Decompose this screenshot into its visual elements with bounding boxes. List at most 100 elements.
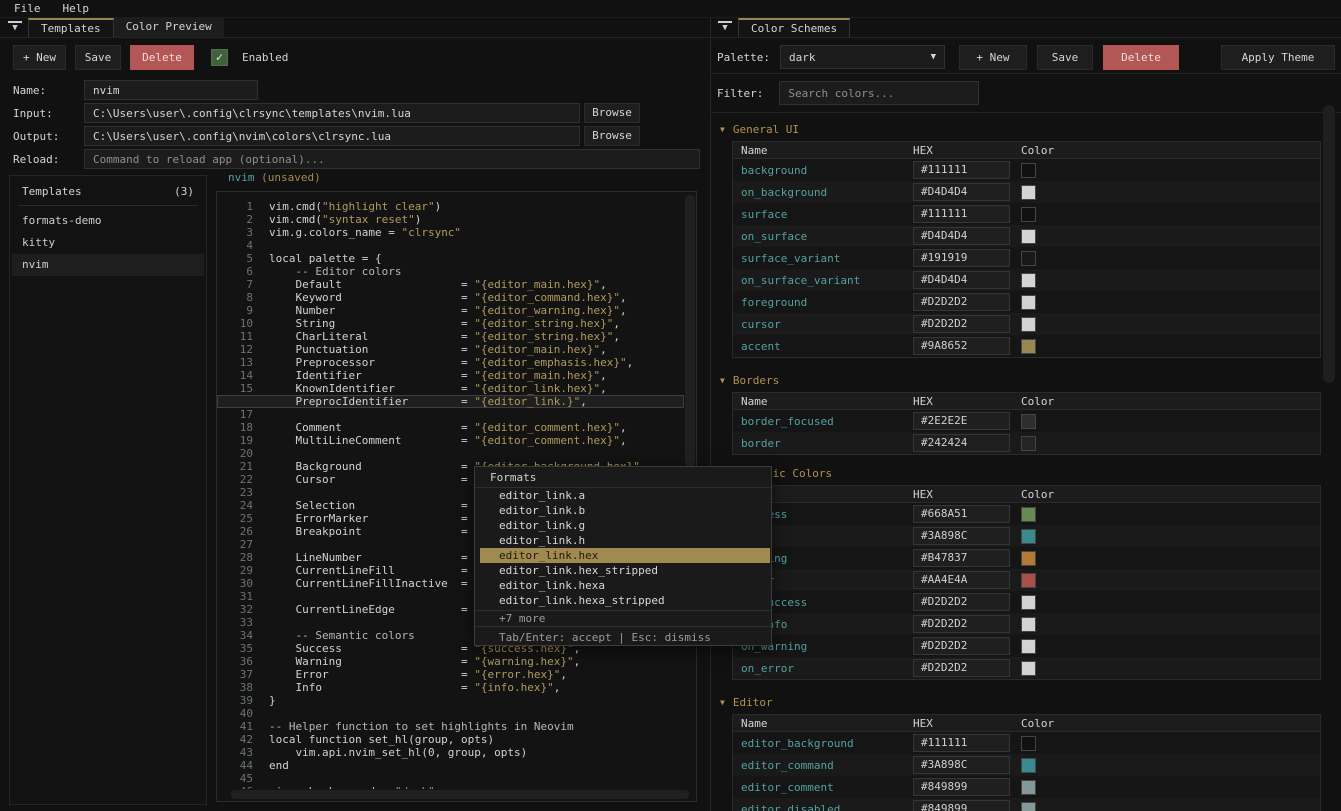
- save-template-button[interactable]: Save: [75, 45, 121, 70]
- color-row: accent#9A8652: [733, 335, 1320, 357]
- new-template-button[interactable]: + New: [13, 45, 66, 70]
- color-swatch[interactable]: [1021, 207, 1036, 222]
- output-path-input[interactable]: [84, 126, 580, 146]
- color-swatch[interactable]: [1021, 251, 1036, 266]
- hex-input[interactable]: #111111: [913, 734, 1010, 752]
- tab-templates[interactable]: Templates: [28, 18, 114, 37]
- line-number: 41: [223, 720, 253, 733]
- line-number: 26: [223, 525, 253, 538]
- section-header[interactable]: ▼Editor: [720, 694, 1341, 710]
- section-header[interactable]: ▼Semantic Colors: [720, 465, 1341, 481]
- hex-input[interactable]: #D4D4D4: [913, 271, 1010, 289]
- hex-input[interactable]: #D2D2D2: [913, 637, 1010, 655]
- delete-template-button[interactable]: Delete: [130, 45, 194, 70]
- color-swatch[interactable]: [1021, 758, 1036, 773]
- color-swatch[interactable]: [1021, 273, 1036, 288]
- hex-input[interactable]: #668A51: [913, 505, 1010, 523]
- color-swatch[interactable]: [1021, 595, 1036, 610]
- name-input[interactable]: [84, 80, 258, 100]
- autocomplete-item[interactable]: editor_link.g: [475, 518, 771, 533]
- color-swatch[interactable]: [1021, 317, 1036, 332]
- save-palette-button[interactable]: Save: [1037, 45, 1093, 70]
- color-filter-input[interactable]: [779, 81, 979, 105]
- hex-input[interactable]: #242424: [913, 434, 1010, 452]
- palette-label: Palette:: [717, 51, 770, 64]
- editor-horizontal-scrollbar[interactable]: [231, 790, 689, 799]
- section-header[interactable]: ▼General UI: [720, 121, 1341, 137]
- enabled-checkbox[interactable]: ✓: [211, 49, 228, 66]
- tab-color-schemes[interactable]: Color Schemes: [738, 18, 850, 37]
- color-swatch[interactable]: [1021, 780, 1036, 795]
- input-path-input[interactable]: [84, 103, 580, 123]
- palette-select[interactable]: dark ▼: [780, 45, 945, 69]
- hex-input[interactable]: #B47837: [913, 549, 1010, 567]
- color-swatch[interactable]: [1021, 573, 1036, 588]
- autocomplete-item[interactable]: editor_link.hex: [480, 548, 770, 563]
- line-number: 18: [223, 421, 253, 434]
- color-swatch[interactable]: [1021, 617, 1036, 632]
- new-palette-button[interactable]: + New: [959, 45, 1027, 70]
- code-line: 40: [217, 707, 696, 720]
- color-swatch[interactable]: [1021, 661, 1036, 676]
- output-browse-button[interactable]: Browse: [584, 126, 640, 146]
- panel-collapse-icon[interactable]: ▼: [718, 21, 732, 35]
- color-list-scrollbar[interactable]: [1323, 105, 1335, 383]
- color-swatch[interactable]: [1021, 185, 1036, 200]
- autocomplete-item[interactable]: editor_link.a: [475, 488, 771, 503]
- color-swatch[interactable]: [1021, 339, 1036, 354]
- menu-item-file[interactable]: File: [14, 0, 41, 18]
- menu-item-help[interactable]: Help: [63, 0, 90, 18]
- hex-input[interactable]: #D2D2D2: [913, 659, 1010, 677]
- line-number: 24: [223, 499, 253, 512]
- line-number: 21: [223, 460, 253, 473]
- code-line: 42local function set_hl(group, opts): [217, 733, 696, 746]
- section-header[interactable]: ▼Borders: [720, 372, 1341, 388]
- color-swatch[interactable]: [1021, 551, 1036, 566]
- autocomplete-item[interactable]: editor_link.hexa: [475, 578, 771, 593]
- hex-input[interactable]: #849899: [913, 778, 1010, 796]
- autocomplete-item[interactable]: editor_link.hex_stripped: [475, 563, 771, 578]
- input-browse-button[interactable]: Browse: [584, 103, 640, 123]
- hex-input[interactable]: #D4D4D4: [913, 227, 1010, 245]
- color-name: on_surface: [733, 230, 913, 243]
- hex-input[interactable]: #D2D2D2: [913, 293, 1010, 311]
- apply-theme-button[interactable]: Apply Theme: [1221, 45, 1335, 70]
- color-swatch[interactable]: [1021, 529, 1036, 544]
- hex-input[interactable]: #D2D2D2: [913, 615, 1010, 633]
- color-swatch[interactable]: [1021, 295, 1036, 310]
- color-swatch[interactable]: [1021, 414, 1036, 429]
- color-swatch[interactable]: [1021, 507, 1036, 522]
- hex-input[interactable]: #111111: [913, 205, 1010, 223]
- hex-input[interactable]: #111111: [913, 161, 1010, 179]
- hex-input[interactable]: #D2D2D2: [913, 593, 1010, 611]
- autocomplete-more[interactable]: +7 more: [475, 610, 771, 626]
- template-list-item[interactable]: nvim: [12, 254, 204, 276]
- color-swatch[interactable]: [1021, 802, 1036, 811]
- color-swatch[interactable]: [1021, 736, 1036, 751]
- hex-input[interactable]: #D2D2D2: [913, 315, 1010, 333]
- hex-input[interactable]: #2E2E2E: [913, 412, 1010, 430]
- col-header-name: Name: [733, 717, 913, 730]
- hex-input[interactable]: #D4D4D4: [913, 183, 1010, 201]
- hex-input[interactable]: #3A898C: [913, 527, 1010, 545]
- color-swatch[interactable]: [1021, 229, 1036, 244]
- autocomplete-item[interactable]: editor_link.b: [475, 503, 771, 518]
- tab-color-preview[interactable]: Color Preview: [114, 18, 224, 37]
- panel-collapse-icon[interactable]: ▼: [8, 21, 22, 35]
- editor-vertical-scrollbar[interactable]: [685, 195, 695, 467]
- hex-input[interactable]: #3A898C: [913, 756, 1010, 774]
- autocomplete-item[interactable]: editor_link.h: [475, 533, 771, 548]
- hex-input[interactable]: #849899: [913, 800, 1010, 811]
- color-swatch[interactable]: [1021, 639, 1036, 654]
- reload-command-input[interactable]: [84, 149, 700, 169]
- delete-palette-button[interactable]: Delete: [1103, 45, 1179, 70]
- hex-input[interactable]: #191919: [913, 249, 1010, 267]
- color-swatch[interactable]: [1021, 163, 1036, 178]
- template-list-item[interactable]: formats-demo: [12, 210, 204, 232]
- template-list-item[interactable]: kitty: [12, 232, 204, 254]
- autocomplete-item[interactable]: editor_link.hexa_stripped: [475, 593, 771, 608]
- hex-input[interactable]: #9A8652: [913, 337, 1010, 355]
- color-swatch[interactable]: [1021, 436, 1036, 451]
- hex-input[interactable]: #AA4E4A: [913, 571, 1010, 589]
- line-number: 44: [223, 759, 253, 772]
